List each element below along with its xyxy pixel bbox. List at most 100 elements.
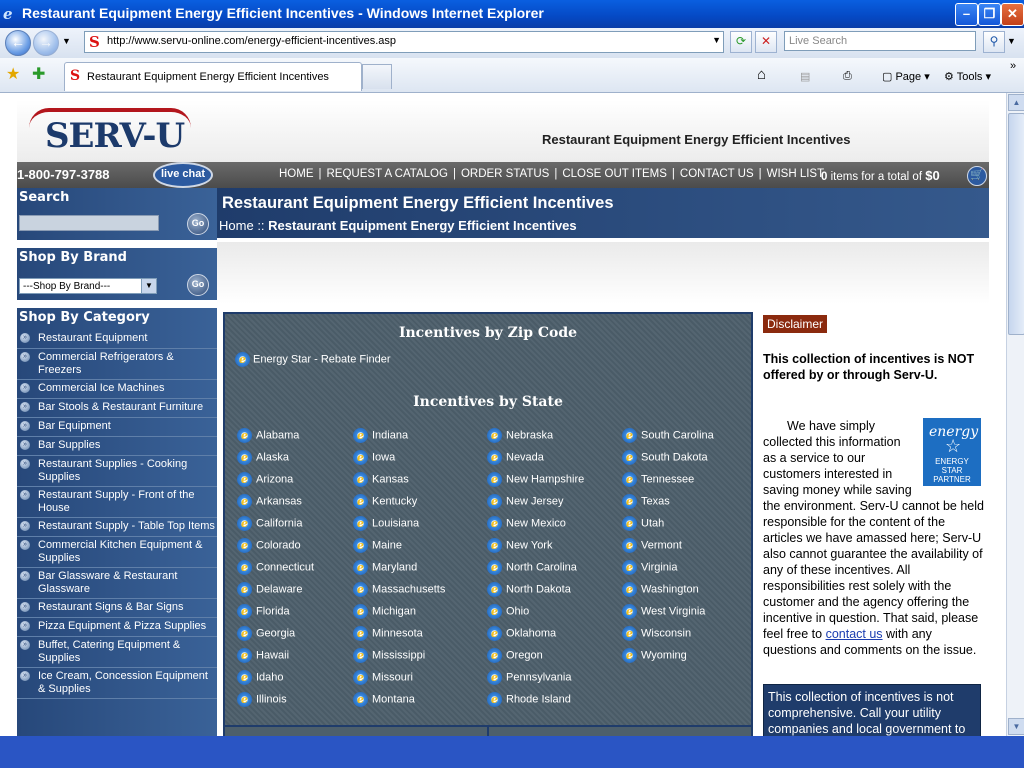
- cart-summary[interactable]: 0 items for a total of $0: [821, 168, 940, 183]
- state-link[interactable]: e Hawaii: [237, 648, 289, 663]
- category-item[interactable]: » Restaurant Supply - Table Top Items: [17, 518, 217, 537]
- breadcrumb-home[interactable]: Home: [219, 218, 254, 233]
- state-link[interactable]: e Maine: [353, 538, 402, 553]
- category-item[interactable]: » Restaurant Signs & Bar Signs: [17, 599, 217, 618]
- state-link[interactable]: e Kansas: [353, 472, 409, 487]
- feeds-icon[interactable]: ▤: [800, 70, 810, 83]
- state-link[interactable]: e Minnesota: [353, 626, 423, 641]
- search-go-button[interactable]: Go: [187, 213, 209, 235]
- disclaimer-button[interactable]: Disclaimer: [763, 315, 828, 333]
- state-link[interactable]: e New Mexico: [487, 516, 566, 531]
- category-item[interactable]: » Restaurant Equipment: [17, 330, 217, 349]
- vertical-scrollbar[interactable]: ▲ ▼: [1006, 93, 1024, 736]
- category-item[interactable]: » Bar Glassware & Restaurant Glassware: [17, 568, 217, 599]
- state-link[interactable]: e New York: [487, 538, 552, 553]
- refresh-icon[interactable]: ⟳: [730, 31, 752, 53]
- state-link[interactable]: e Oklahoma: [487, 626, 556, 641]
- state-link[interactable]: e Maryland: [353, 560, 417, 575]
- state-link[interactable]: e Louisiana: [353, 516, 419, 531]
- stop-icon[interactable]: ✕: [755, 31, 777, 53]
- scroll-thumb[interactable]: [1008, 113, 1024, 335]
- cart-icon[interactable]: 🛒: [967, 166, 987, 186]
- tab-active[interactable]: S Restaurant Equipment Energy Efficient …: [64, 62, 362, 91]
- state-link[interactable]: e Delaware: [237, 582, 302, 597]
- live-chat-button[interactable]: live chat: [153, 162, 213, 188]
- nav-order-status[interactable]: ORDER STATUS: [461, 168, 549, 180]
- state-link[interactable]: e Texas: [622, 494, 670, 509]
- category-item[interactable]: » Bar Stools & Restaurant Furniture: [17, 399, 217, 418]
- state-link[interactable]: e Oregon: [487, 648, 543, 663]
- rebate-finder-link[interactable]: e Energy Star - Rebate Finder: [235, 352, 391, 367]
- favorites-star-icon[interactable]: ★: [6, 64, 20, 84]
- state-link[interactable]: e South Dakota: [622, 450, 708, 465]
- toolbar-overflow-icon[interactable]: »: [1010, 60, 1016, 72]
- restore-button[interactable]: ❐: [978, 3, 1001, 26]
- state-link[interactable]: e Tennessee: [622, 472, 694, 487]
- nav-close-out[interactable]: CLOSE OUT ITEMS: [562, 168, 667, 180]
- brand-go-button[interactable]: Go: [187, 274, 209, 296]
- state-link[interactable]: e Idaho: [237, 670, 284, 685]
- print-icon[interactable]: ⎙: [843, 70, 852, 83]
- search-options-icon[interactable]: ▼: [1007, 36, 1016, 46]
- live-search-input[interactable]: Live Search: [784, 31, 976, 51]
- tools-menu[interactable]: ⚙ Tools ▾: [944, 70, 991, 83]
- state-link[interactable]: e California: [237, 516, 302, 531]
- back-button[interactable]: ←: [5, 30, 31, 56]
- state-link[interactable]: e Vermont: [622, 538, 682, 553]
- state-link[interactable]: e Missouri: [353, 670, 413, 685]
- state-link[interactable]: e Illinois: [237, 692, 287, 707]
- address-bar[interactable]: S http://www.servu-online.com/energy-eff…: [84, 31, 724, 53]
- state-link[interactable]: e Utah: [622, 516, 664, 531]
- state-link[interactable]: e Colorado: [237, 538, 301, 553]
- state-link[interactable]: e Alabama: [237, 428, 299, 443]
- category-item[interactable]: » Ice Cream, Concession Equipment & Suppl…: [17, 668, 217, 699]
- category-item[interactable]: » Commercial Kitchen Equipment & Supplies: [17, 537, 217, 568]
- close-button[interactable]: ✕: [1001, 3, 1024, 26]
- state-link[interactable]: e Pennsylvania: [487, 670, 571, 685]
- state-link[interactable]: e Michigan: [353, 604, 416, 619]
- category-item[interactable]: » Restaurant Supplies - Cooking Supplies: [17, 456, 217, 487]
- state-link[interactable]: e North Dakota: [487, 582, 571, 597]
- state-link[interactable]: e Kentucky: [353, 494, 417, 509]
- scroll-down-icon[interactable]: ▼: [1008, 718, 1024, 735]
- category-item[interactable]: » Pizza Equipment & Pizza Supplies: [17, 618, 217, 637]
- state-link[interactable]: e Arkansas: [237, 494, 302, 509]
- contact-us-link[interactable]: contact us: [826, 627, 883, 641]
- state-link[interactable]: e Virginia: [622, 560, 678, 575]
- category-item[interactable]: » Buffet, Catering Equipment & Supplies: [17, 637, 217, 668]
- page-menu[interactable]: ▢ Page ▾: [882, 70, 930, 83]
- servu-logo[interactable]: SERV-U: [27, 106, 197, 156]
- category-item[interactable]: » Commercial Ice Machines: [17, 380, 217, 399]
- address-dropdown-icon[interactable]: ▼: [712, 35, 721, 45]
- state-link[interactable]: e Indiana: [353, 428, 408, 443]
- state-link[interactable]: e Connecticut: [237, 560, 314, 575]
- category-item[interactable]: » Restaurant Supply - Front of the House: [17, 487, 217, 518]
- state-link[interactable]: e West Virginia: [622, 604, 705, 619]
- state-link[interactable]: e Iowa: [353, 450, 395, 465]
- minimize-button[interactable]: –: [955, 3, 978, 26]
- state-link[interactable]: e Ohio: [487, 604, 529, 619]
- state-link[interactable]: e Rhode Island: [487, 692, 571, 707]
- nav-contact-us[interactable]: CONTACT US: [680, 168, 754, 180]
- category-item[interactable]: » Commercial Refrigerators & Freezers: [17, 349, 217, 380]
- forward-button[interactable]: →: [33, 30, 59, 56]
- history-dropdown-icon[interactable]: ▼: [62, 36, 71, 46]
- state-link[interactable]: e Georgia: [237, 626, 295, 641]
- state-link[interactable]: e Massachusetts: [353, 582, 445, 597]
- home-icon[interactable]: ⌂: [757, 66, 766, 83]
- state-link[interactable]: e Nevada: [487, 450, 544, 465]
- site-search-input[interactable]: [19, 215, 159, 231]
- state-link[interactable]: e Wisconsin: [622, 626, 691, 641]
- search-icon[interactable]: ⚲: [983, 31, 1005, 53]
- state-link[interactable]: e Mississippi: [353, 648, 425, 663]
- state-link[interactable]: e Montana: [353, 692, 415, 707]
- category-item[interactable]: » Bar Supplies: [17, 437, 217, 456]
- state-link[interactable]: e Florida: [237, 604, 290, 619]
- nav-wish-list[interactable]: WISH LIST: [767, 168, 825, 180]
- category-item[interactable]: » Bar Equipment: [17, 418, 217, 437]
- state-link[interactable]: e North Carolina: [487, 560, 577, 575]
- new-tab-button[interactable]: [362, 64, 392, 89]
- nav-request-catalog[interactable]: REQUEST A CATALOG: [327, 168, 448, 180]
- state-link[interactable]: e New Hampshire: [487, 472, 584, 487]
- state-link[interactable]: e South Carolina: [622, 428, 714, 443]
